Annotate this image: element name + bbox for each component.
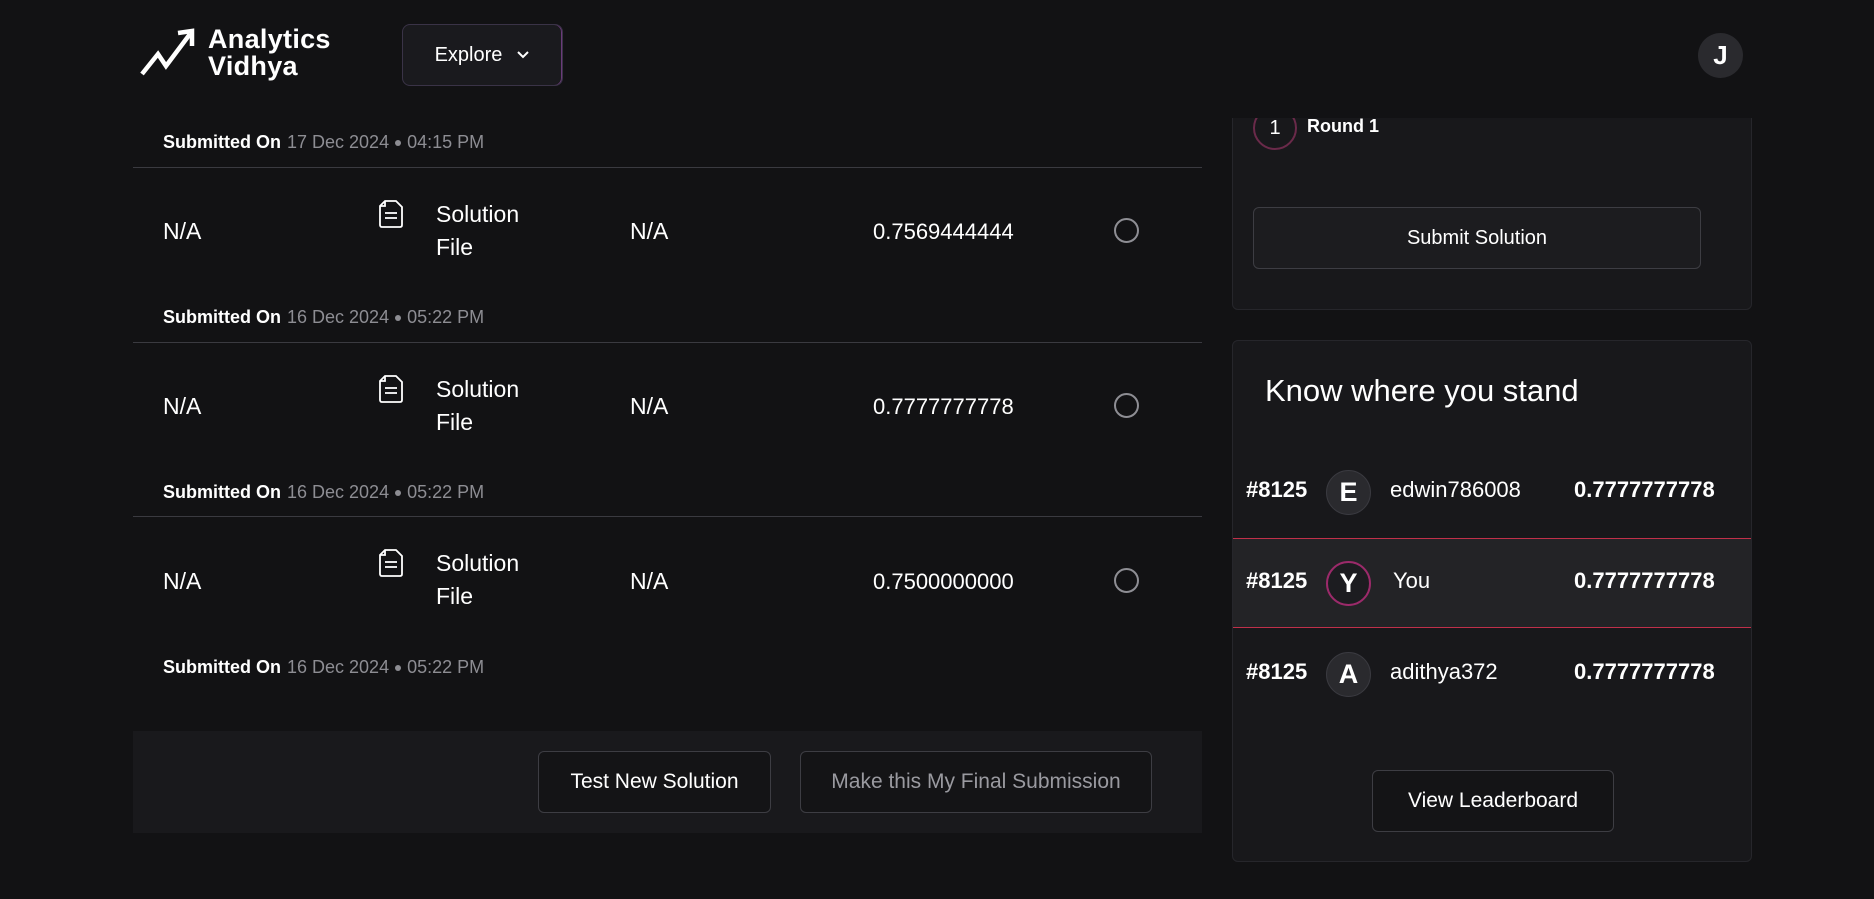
avatar: A <box>1326 652 1371 697</box>
avatar: Y <box>1326 561 1371 606</box>
submission-col-3: N/A <box>630 218 669 244</box>
submitted-on-label: Submitted On <box>163 482 281 502</box>
submission-col-1: N/A <box>163 393 202 419</box>
submission-score: 0.7777777778 <box>873 394 1014 419</box>
row-divider <box>133 516 1202 517</box>
submission-meta: Submitted On 16 Dec 2024 05:22 PM <box>163 657 484 678</box>
test-new-solution-button[interactable]: Test New Solution <box>538 751 771 813</box>
leaderboard-rank: #8125 <box>1246 477 1308 502</box>
separator-dot <box>395 489 402 496</box>
top-nav: Analytics Vidhya Explore J <box>0 0 1874 118</box>
submission-date: 16 Dec 2024 <box>287 657 390 677</box>
logo-line-2: Vidhya <box>208 51 298 81</box>
submission-time: 04:15 PM <box>407 132 485 152</box>
leaderboard-rank: #8125 <box>1246 568 1308 593</box>
submit-solution-button[interactable]: Submit Solution <box>1253 207 1701 269</box>
submission-date: 16 Dec 2024 <box>287 307 390 327</box>
final-submission-button[interactable]: Make this My Final Submission <box>800 751 1152 813</box>
view-leaderboard-button[interactable]: View Leaderboard <box>1372 770 1614 832</box>
submission-time: 05:22 PM <box>407 307 485 327</box>
user-avatar[interactable]: J <box>1698 33 1743 78</box>
document-icon[interactable] <box>379 375 403 403</box>
solution-file-link[interactable]: Solution File <box>436 373 556 439</box>
leaderboard-row: #8125 A adithya372 0.7777777778 <box>1233 630 1751 720</box>
submission-score: 0.7500000000 <box>873 569 1014 594</box>
leaderboard-score: 0.7777777778 <box>1574 568 1715 593</box>
chevron-down-icon <box>517 51 530 59</box>
leaderboard-score: 0.7777777778 <box>1574 659 1715 684</box>
leaderboard-row: #8125 E edwin786008 0.7777777778 <box>1233 448 1751 538</box>
select-submission-radio[interactable] <box>1114 218 1139 243</box>
logo-line-1: Analytics <box>208 24 331 54</box>
submission-actions-bar: Test New Solution Make this My Final Sub… <box>133 731 1202 833</box>
row-divider <box>133 342 1202 343</box>
trend-arrow-icon <box>140 28 195 76</box>
select-submission-radio[interactable] <box>1114 393 1139 418</box>
separator-dot <box>395 139 402 146</box>
submission-meta: Submitted On 17 Dec 2024 04:15 PM <box>163 132 484 153</box>
submission-row: N/A Solution File N/A 0.7569444444 <box>133 176 1202 286</box>
leaderboard-username: edwin786008 <box>1390 477 1521 502</box>
leaderboard-rank: #8125 <box>1246 659 1308 684</box>
leaderboard-username: You <box>1393 568 1431 593</box>
round-label: Round 1 <box>1307 116 1379 136</box>
select-submission-radio[interactable] <box>1114 568 1139 593</box>
submitted-on-label: Submitted On <box>163 132 281 152</box>
row-divider <box>133 167 1202 168</box>
submission-row: N/A Solution File N/A 0.7777777778 <box>133 351 1202 461</box>
solution-file-link[interactable]: Solution File <box>436 198 556 264</box>
submission-col-3: N/A <box>630 393 669 419</box>
leaderboard-row-current-user: #8125 Y You 0.7777777778 <box>1233 538 1751 628</box>
submission-meta: Submitted On 16 Dec 2024 05:22 PM <box>163 482 484 503</box>
document-icon[interactable] <box>379 549 403 577</box>
submission-time: 05:22 PM <box>407 657 485 677</box>
separator-dot <box>395 664 402 671</box>
explore-dropdown-button[interactable]: Explore <box>402 24 563 86</box>
separator-dot <box>395 314 402 321</box>
submitted-on-label: Submitted On <box>163 657 281 677</box>
submission-row: N/A Solution File N/A 0.7500000000 <box>133 525 1202 635</box>
page: Analytics Vidhya Explore J Submitted On … <box>0 0 1874 899</box>
submitted-on-label: Submitted On <box>163 307 281 327</box>
submission-time: 05:22 PM <box>407 482 485 502</box>
submission-meta: Submitted On 16 Dec 2024 05:22 PM <box>163 307 484 328</box>
avatar: E <box>1326 470 1371 515</box>
logo-text: Analytics Vidhya <box>208 26 331 80</box>
submission-date: 16 Dec 2024 <box>287 482 390 502</box>
leaderboard-card: Know where you stand #8125 E edwin786008… <box>1232 340 1752 862</box>
explore-label: Explore <box>434 43 503 66</box>
leaderboard-username: adithya372 <box>1390 659 1498 684</box>
leaderboard-title: Know where you stand <box>1265 373 1579 408</box>
submission-col-1: N/A <box>163 218 202 244</box>
solution-file-link[interactable]: Solution File <box>436 547 556 613</box>
submission-date: 17 Dec 2024 <box>287 132 390 152</box>
leaderboard-score: 0.7777777778 <box>1574 477 1715 502</box>
submission-col-3: N/A <box>630 568 669 594</box>
submission-col-1: N/A <box>163 568 202 594</box>
submission-score: 0.7569444444 <box>873 219 1014 244</box>
analytics-vidhya-logo[interactable]: Analytics Vidhya <box>140 26 331 80</box>
document-icon[interactable] <box>379 200 403 228</box>
